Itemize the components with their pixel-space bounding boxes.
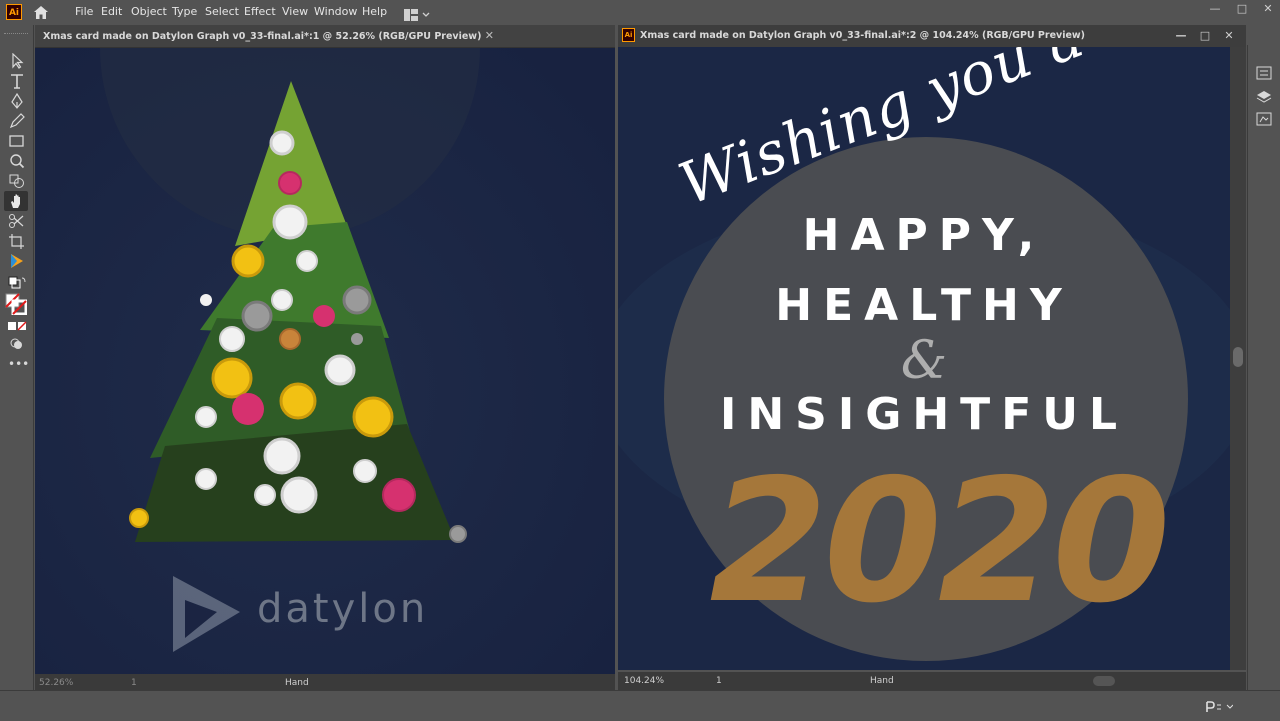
home-icon[interactable] <box>32 4 50 21</box>
type-tool-icon[interactable] <box>8 73 26 89</box>
layers-panel-icon[interactable] <box>1256 89 1272 108</box>
fill-stroke-swatch[interactable] <box>5 293 28 316</box>
app-logo: Ai <box>6 4 22 20</box>
pencil-tool-icon[interactable] <box>8 113 26 129</box>
menu-help[interactable]: Help <box>362 4 387 20</box>
workspace-switcher-icon[interactable] <box>404 6 430 21</box>
menu-object[interactable]: Object <box>131 4 167 20</box>
line-insightful: INSIGHTFUL <box>719 389 1129 440</box>
maximize-button[interactable]: □ <box>1235 2 1249 16</box>
doc-ai-icon: Ai <box>622 28 635 42</box>
line-healthy: HEALTHY <box>775 280 1073 331</box>
panels-dock <box>1247 45 1280 690</box>
doc-maximize-button[interactable]: □ <box>1198 29 1212 43</box>
ampersand: & <box>900 331 948 391</box>
doc-minimize-button[interactable]: — <box>1174 29 1188 43</box>
minimize-button[interactable]: — <box>1208 2 1222 16</box>
line-happy: HAPPY, <box>802 210 1046 261</box>
artboard-tool-icon[interactable] <box>8 233 26 249</box>
selection-tool-icon[interactable] <box>8 53 26 69</box>
close-window-button[interactable]: ✕ <box>1261 2 1275 16</box>
datylon-logo-text: datylon <box>257 586 429 632</box>
menu-type[interactable]: Type <box>172 4 197 20</box>
datylon-plugin-icon[interactable] <box>8 253 26 269</box>
artboard-right[interactable]: Wishing you a HAPPY, HEALTHY & INSIGHTFU… <box>618 47 1230 670</box>
shape-builder-icon[interactable] <box>8 173 26 189</box>
hand-tool-icon[interactable] <box>8 193 26 209</box>
h-scroll-thumb[interactable] <box>1093 676 1115 686</box>
doc-tab-right[interactable]: Ai Xmas card made on Datylon Graph v0_33… <box>618 25 1246 47</box>
doc-tab-right-title: Xmas card made on Datylon Graph v0_33-fi… <box>640 30 1086 41</box>
zoom-field-right[interactable]: 104.24% <box>624 672 664 690</box>
properties-panel-icon[interactable] <box>1256 65 1272 84</box>
tool-status-right: Hand <box>870 676 894 686</box>
doc-tab-left-close[interactable]: ✕ <box>485 29 494 42</box>
swap-fill-stroke-icon[interactable] <box>8 275 26 291</box>
status-bar-right: 104.24% 1 Hand <box>618 672 1246 690</box>
bottom-bar <box>0 690 1280 721</box>
pen-tool-icon[interactable] <box>8 93 26 109</box>
artboard-left[interactable]: datylon <box>35 48 615 674</box>
scissors-tool-icon[interactable] <box>8 213 26 229</box>
zoom-tool-icon[interactable] <box>8 153 26 169</box>
draw-mode-icon[interactable] <box>8 335 26 351</box>
doc-tab-left-title: Xmas card made on Datylon Graph v0_33-fi… <box>43 31 482 42</box>
doc-close-button[interactable]: ✕ <box>1222 29 1236 43</box>
doc-tab-left[interactable]: Xmas card made on Datylon Graph v0_33-fi… <box>35 25 615 48</box>
menu-file[interactable]: File <box>75 4 93 20</box>
menu-bar: Ai File Edit Object Type Select Effect V… <box>0 0 1280 25</box>
menu-window[interactable]: Window <box>314 4 357 20</box>
menu-effect[interactable]: Effect <box>244 4 276 20</box>
menu-select[interactable]: Select <box>205 4 239 20</box>
tools-panel: ••• <box>0 25 34 690</box>
menu-edit[interactable]: Edit <box>101 4 122 20</box>
menu-view[interactable]: View <box>282 4 308 20</box>
page-field-right[interactable]: 1 <box>716 672 722 690</box>
libraries-panel-icon[interactable] <box>1256 111 1272 130</box>
rectangle-tool-icon[interactable] <box>8 133 26 149</box>
scroll-thumb[interactable] <box>1233 347 1243 367</box>
arrange-icon[interactable] <box>1205 699 1234 718</box>
panel-grip <box>4 33 28 36</box>
year-2020: 2020 <box>709 443 1170 641</box>
more-tools-icon[interactable]: ••• <box>8 358 29 375</box>
scrollbar-right[interactable] <box>1230 47 1246 670</box>
